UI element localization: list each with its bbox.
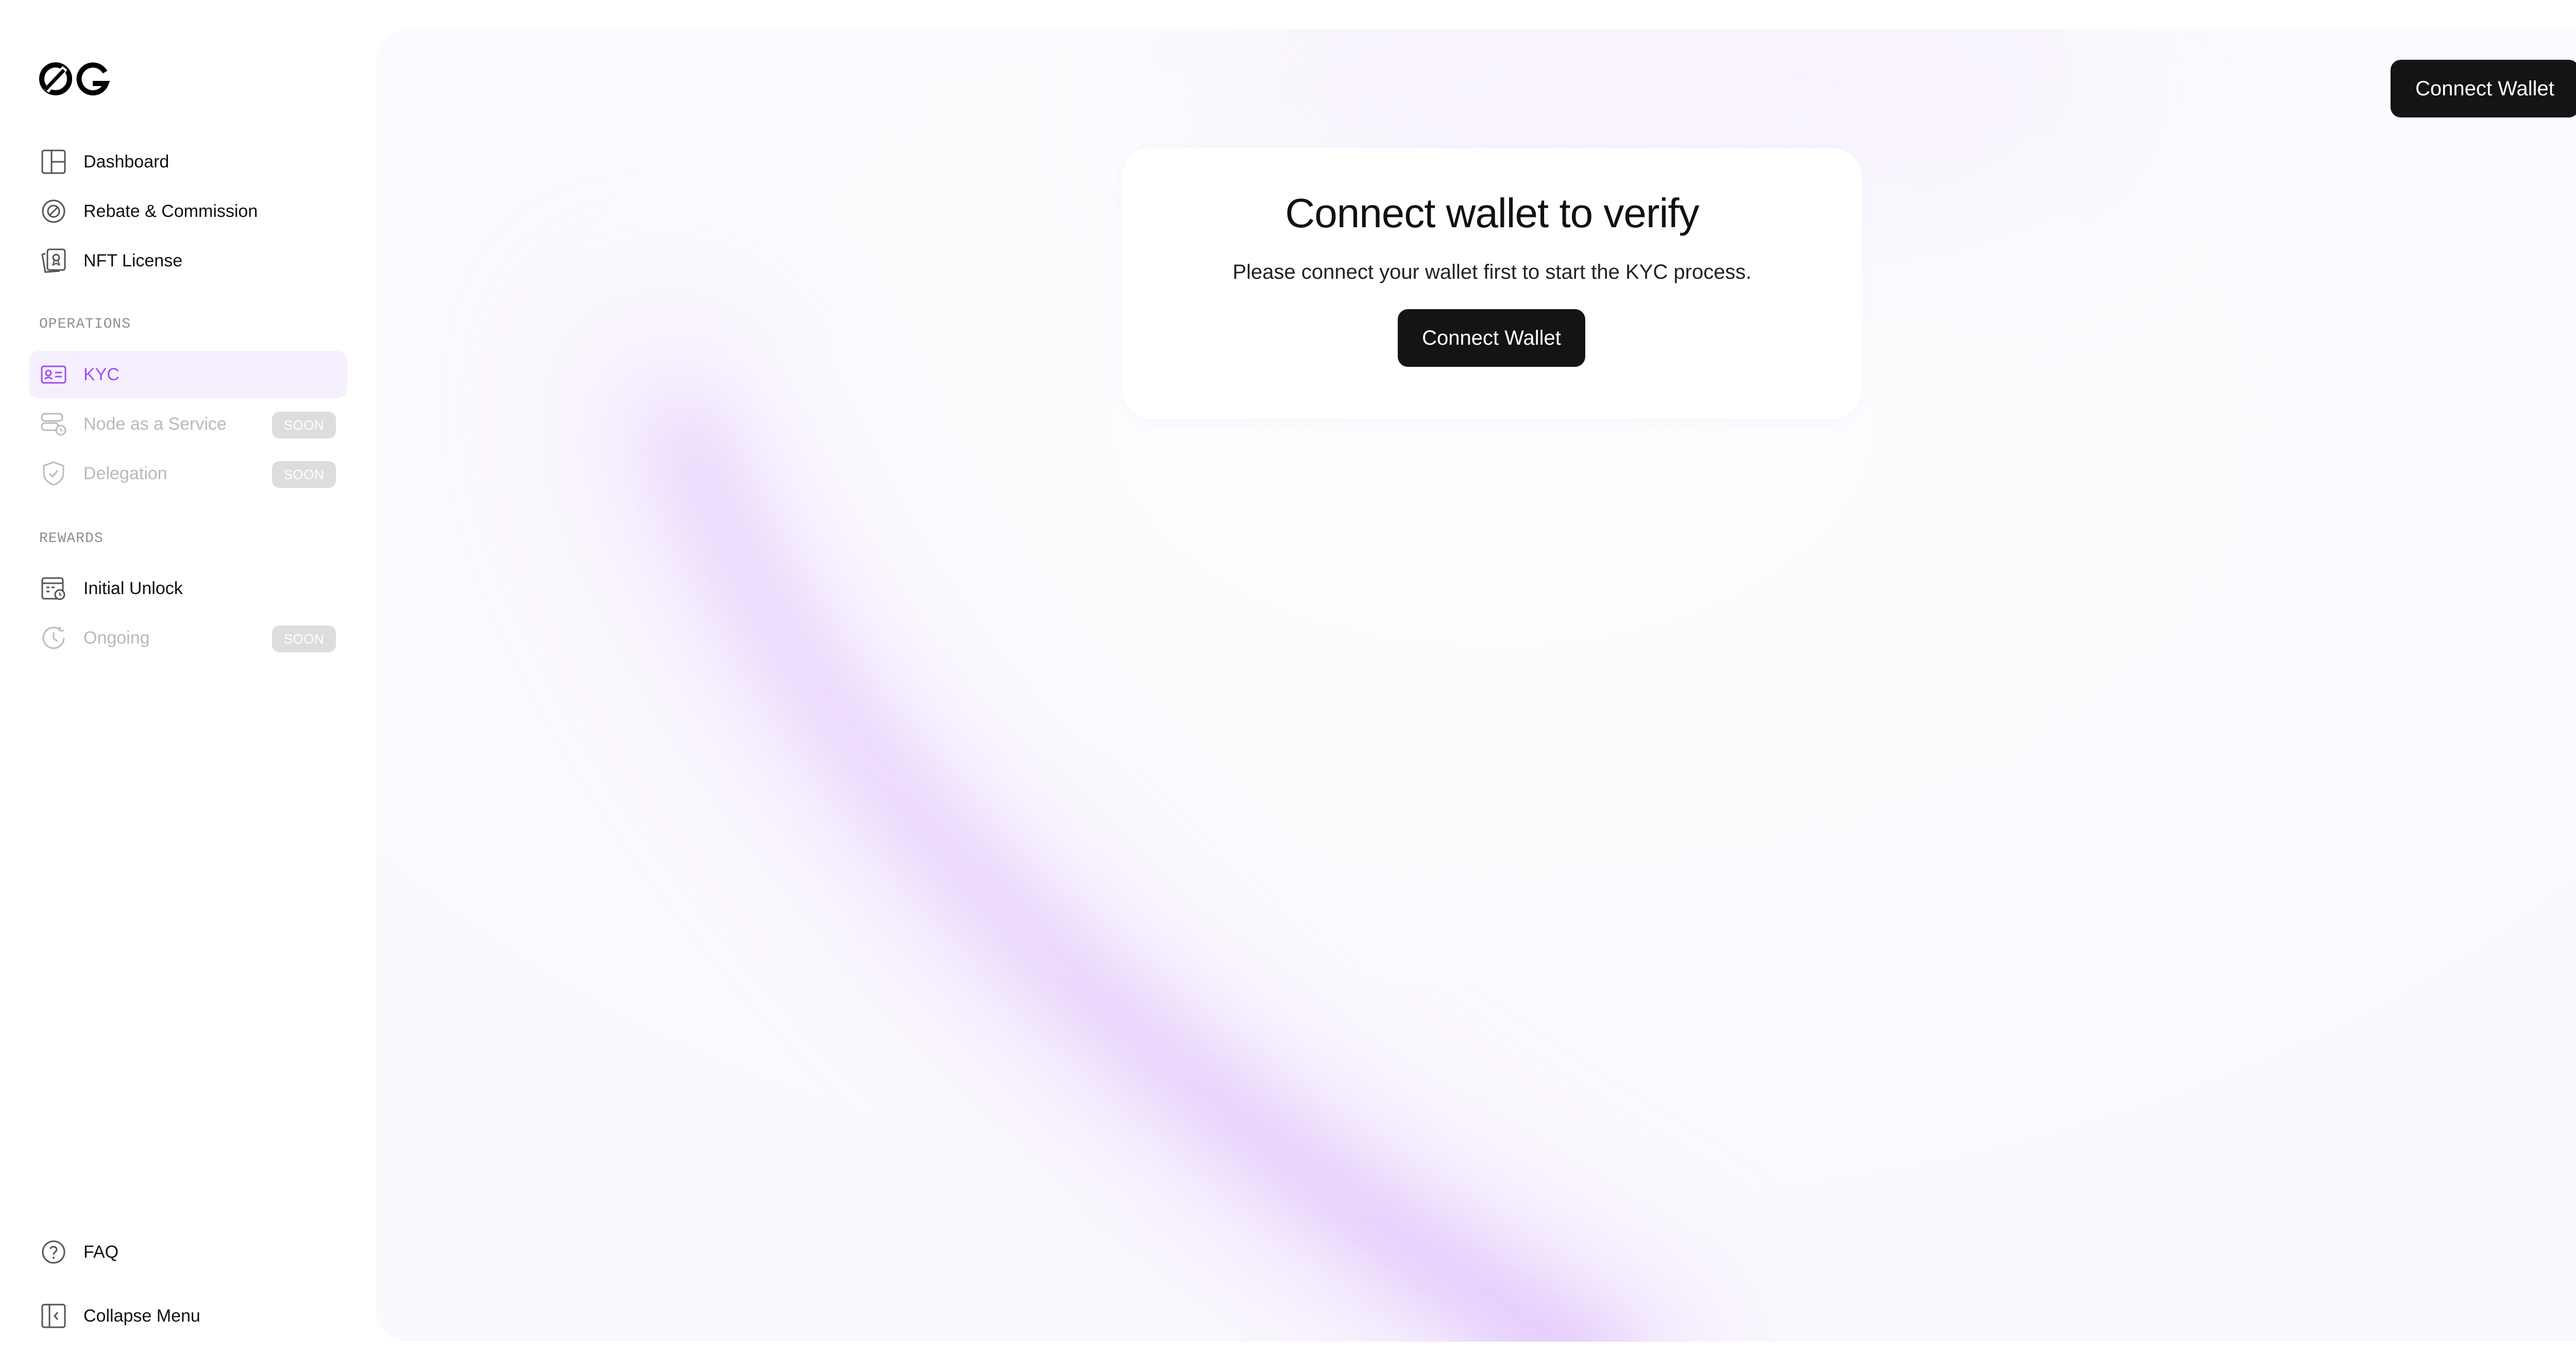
- sidebar-item-label: Node as a Service: [83, 414, 227, 434]
- sidebar-item-label: KYC: [83, 364, 120, 384]
- id-card-icon: [39, 360, 68, 389]
- sidebar: Dashboard Rebate & Commission NFT Licens…: [0, 0, 376, 1352]
- shield-check-icon: [39, 459, 68, 488]
- soon-badge: SOON: [272, 626, 336, 652]
- section-label-rewards: REWARDS: [39, 531, 104, 547]
- rebate-icon: [39, 197, 68, 226]
- header-connect-wallet-button[interactable]: Connect Wallet: [2391, 60, 2576, 117]
- card-description: Please connect your wallet first to star…: [1232, 261, 1752, 283]
- connect-wallet-card: Connect wallet to verify Please connect …: [1122, 148, 1862, 418]
- sidebar-item-ongoing[interactable]: Ongoing SOON: [29, 614, 347, 662]
- sidebar-item-label: Ongoing: [83, 628, 150, 648]
- sidebar-item-kyc[interactable]: KYC: [29, 351, 347, 398]
- sidebar-item-label: Rebate & Commission: [83, 201, 258, 221]
- sidebar-item-label: FAQ: [83, 1242, 119, 1262]
- calendar-unlock-icon: [39, 574, 68, 603]
- section-label-operations: OPERATIONS: [39, 316, 131, 332]
- card-title: Connect wallet to verify: [1285, 190, 1699, 236]
- question-circle-icon: [39, 1238, 68, 1266]
- sidebar-item-label: Collapse Menu: [83, 1306, 200, 1326]
- brand-logo[interactable]: [39, 61, 111, 97]
- nft-license-icon: [39, 246, 68, 275]
- sidebar-item-label: NFT License: [83, 250, 183, 271]
- soon-badge: SOON: [272, 412, 336, 438]
- sidebar-item-faq[interactable]: FAQ: [29, 1228, 347, 1276]
- dashboard-icon: [39, 147, 68, 176]
- sidebar-item-label: Delegation: [83, 463, 167, 483]
- sidebar-item-label: Dashboard: [83, 151, 170, 172]
- sidebar-item-label: Initial Unlock: [83, 578, 183, 598]
- soon-badge: SOON: [272, 461, 336, 488]
- sidebar-item-initial-unlock[interactable]: Initial Unlock: [29, 565, 347, 612]
- clock-refresh-icon: [39, 623, 68, 652]
- collapse-menu-button[interactable]: Collapse Menu: [29, 1292, 347, 1340]
- sidebar-item-node-as-a-service[interactable]: Node as a Service SOON: [29, 400, 347, 448]
- sidebar-item-delegation[interactable]: Delegation SOON: [29, 450, 347, 497]
- card-connect-wallet-button[interactable]: Connect Wallet: [1398, 309, 1585, 367]
- sidebar-item-dashboard[interactable]: Dashboard: [29, 138, 347, 185]
- node-service-icon: [39, 410, 68, 438]
- sidebar-item-nft-license[interactable]: NFT License: [29, 237, 347, 284]
- sidebar-item-rebate-commission[interactable]: Rebate & Commission: [29, 188, 347, 235]
- collapse-sidebar-icon: [39, 1302, 68, 1330]
